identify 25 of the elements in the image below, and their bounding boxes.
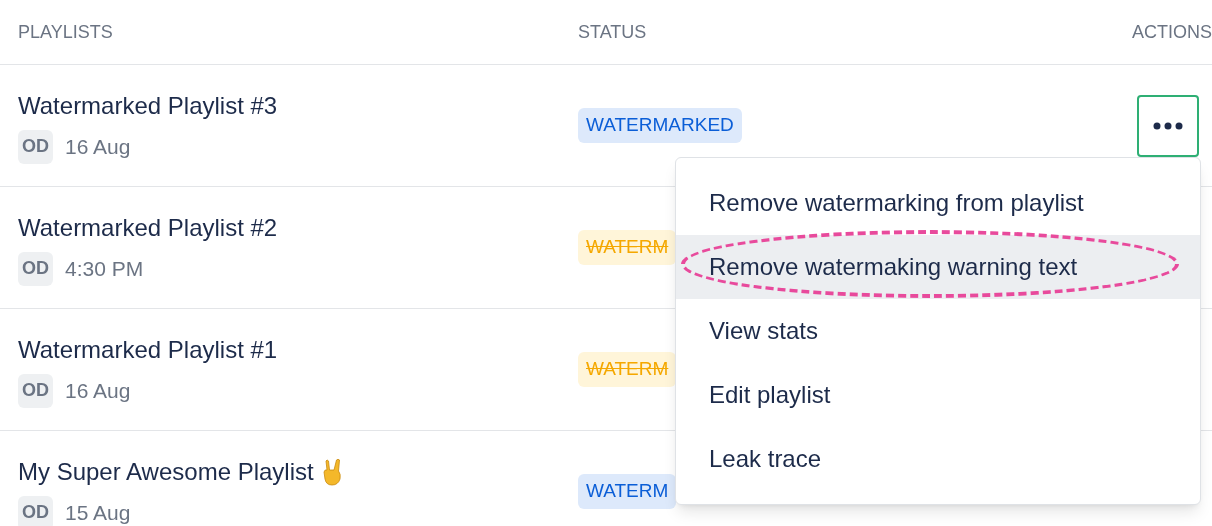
playlist-date: 15 Aug <box>65 499 131 526</box>
owner-avatar: OD <box>18 251 53 286</box>
status-badge: WATERM <box>578 352 677 387</box>
playlist-date: 16 Aug <box>65 133 131 160</box>
playlist-date: 16 Aug <box>65 377 131 404</box>
playlist-title: Watermarked Playlist #2 <box>18 212 278 243</box>
menu-item[interactable]: Edit playlist <box>676 363 1200 427</box>
status-badge: WATERM <box>578 230 677 265</box>
column-header: PLAYLISTS <box>17 20 114 44</box>
playlist-title: Watermarked Playlist #3 <box>18 90 278 121</box>
menu-item[interactable]: Leak trace <box>676 427 1200 491</box>
owner-avatar: OD <box>18 373 53 408</box>
column-header: STATUS <box>578 20 648 44</box>
playlist-title: Watermarked Playlist #1 <box>18 334 278 365</box>
more-icon <box>1153 121 1183 130</box>
more-button[interactable] <box>1137 94 1199 157</box>
column-header: ACTIONS <box>1132 20 1212 44</box>
owner-avatar: OD <box>18 129 53 164</box>
status-badge: WATERM <box>578 474 677 509</box>
owner-avatar: OD <box>18 495 53 526</box>
menu-item[interactable]: Remove watermarking from playlist <box>676 171 1200 235</box>
playlist-date: 4:30 PM <box>65 255 144 282</box>
status-badge: WATERMARKED <box>578 108 742 143</box>
menu-item[interactable]: View stats <box>676 299 1200 363</box>
playlist-title: My Super Awesome Playlist <box>18 456 314 487</box>
